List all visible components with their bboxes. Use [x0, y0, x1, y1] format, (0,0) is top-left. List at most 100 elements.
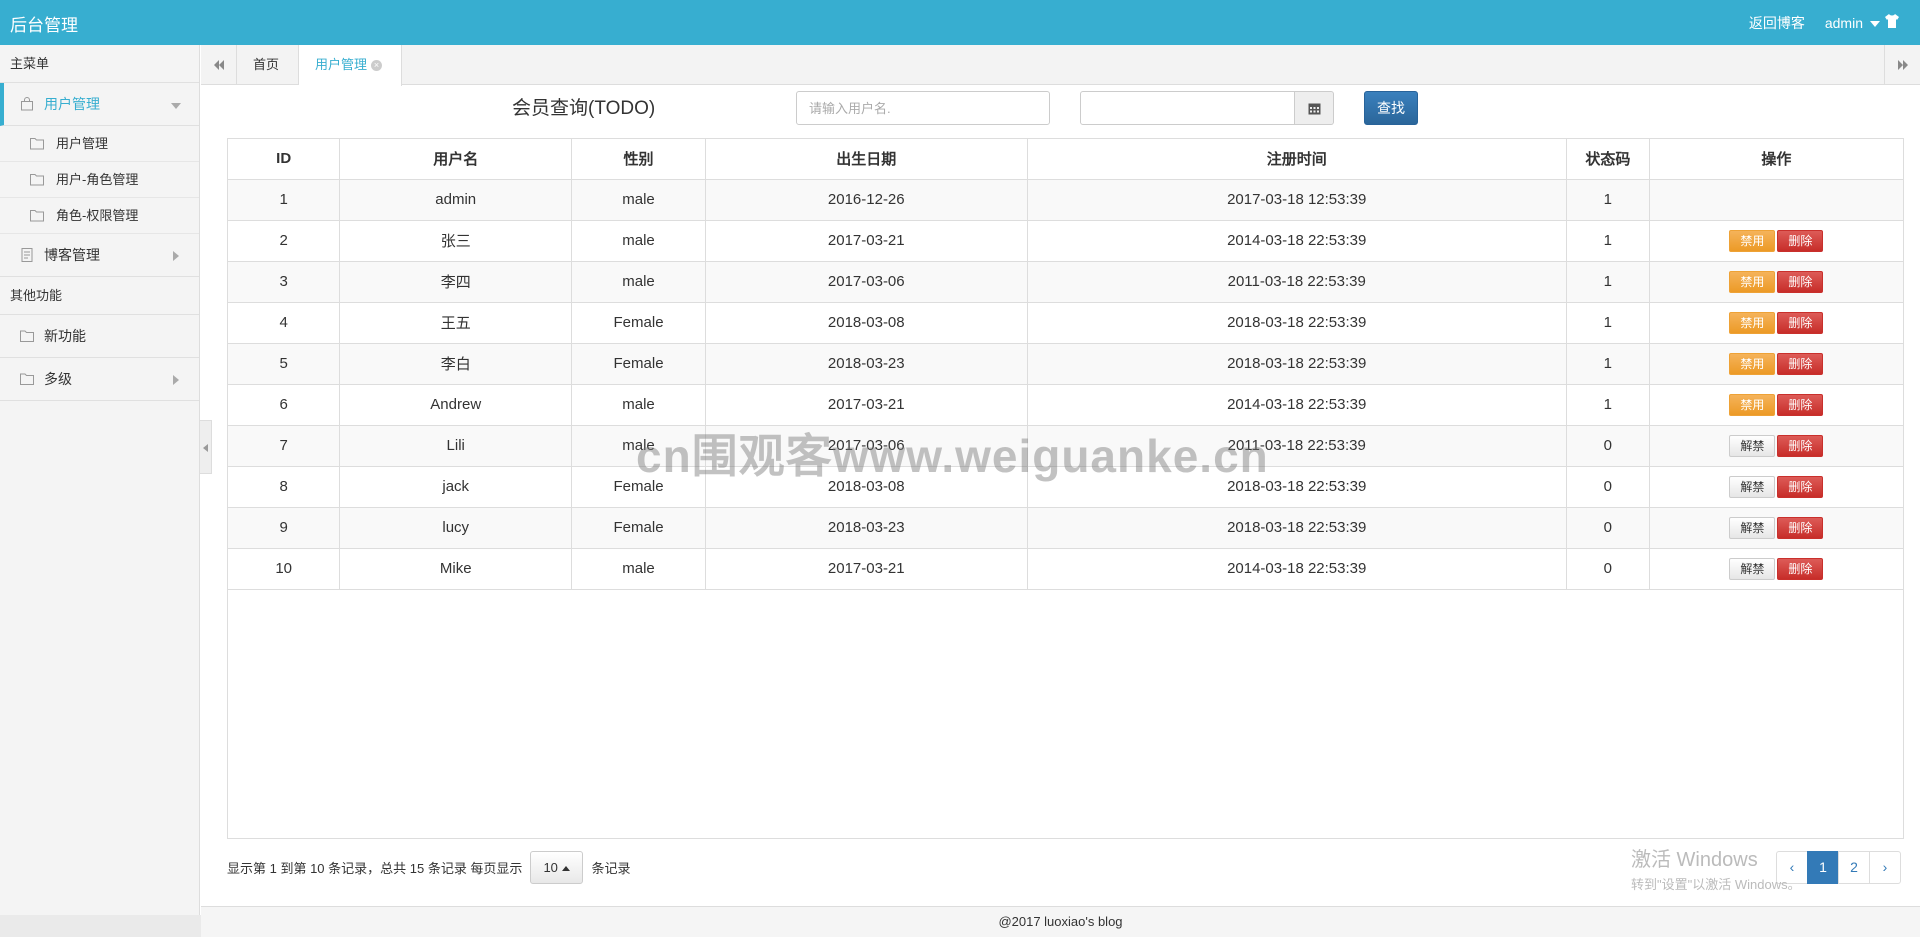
column-header-status[interactable]: 状态码 [1566, 139, 1650, 180]
sidebar-item-user-management[interactable]: 用户管理 [0, 83, 199, 126]
pagination: ‹ 1 2 › [1776, 851, 1901, 884]
cell-username: 李四 [339, 261, 573, 303]
cell-registered: 2018-03-18 22:53:39 [1027, 466, 1567, 508]
disable-button[interactable]: 禁用 [1729, 311, 1776, 334]
close-icon[interactable]: × [371, 60, 383, 72]
user-menu[interactable]: admin [1825, 15, 1880, 31]
folder-icon [20, 373, 34, 385]
cell-actions: 禁用 删除 [1649, 261, 1903, 303]
chevron-right-icon [173, 375, 179, 385]
disable-button[interactable]: 禁用 [1729, 229, 1776, 252]
cell-gender: male [571, 261, 706, 303]
caret-up-icon [561, 866, 570, 872]
cell-id: 3 [228, 261, 341, 303]
cell-actions: 解禁 删除 [1649, 466, 1903, 508]
next-page-button[interactable]: › [1869, 851, 1901, 884]
user-table-container: ID 用户名 性别 出生日期 注册时间 状态码 操作 1 admin male 201… [227, 138, 1904, 839]
disable-button[interactable]: 禁用 [1729, 393, 1776, 416]
username-search-input[interactable] [796, 91, 1050, 125]
page-size-dropdown[interactable]: 10 [530, 851, 584, 884]
double-chevron-left-icon [214, 60, 224, 70]
cell-status: 0 [1566, 548, 1650, 590]
delete-button[interactable]: 删除 [1777, 557, 1824, 580]
cell-status: 0 [1566, 507, 1650, 549]
enable-button[interactable]: 解禁 [1729, 434, 1776, 457]
column-header-username[interactable]: 用户名 [339, 139, 573, 180]
sidebar-subitem-label: 用户-角色管理 [56, 172, 139, 187]
cell-registered: 2018-03-18 22:53:39 [1027, 302, 1567, 344]
enable-button[interactable]: 解禁 [1729, 516, 1776, 539]
prev-page-button[interactable]: ‹ [1776, 851, 1808, 884]
delete-button[interactable]: 删除 [1777, 229, 1824, 252]
pagination-summary: 显示第 1 到第 10 条记录，总共 15 条记录 每页显示 [227, 861, 523, 876]
sidebar-subitem-label: 角色-权限管理 [56, 208, 139, 223]
cell-gender: male [571, 425, 706, 467]
tab-scroll-right-button[interactable] [1884, 45, 1920, 85]
tab-user-management[interactable]: 用户管理 × [299, 45, 402, 86]
cell-actions [1649, 179, 1903, 221]
cell-gender: male [571, 220, 706, 262]
enable-button[interactable]: 解禁 [1729, 557, 1776, 580]
cell-id: 8 [228, 466, 341, 508]
column-header-id[interactable]: ID [228, 139, 341, 180]
tab-scroll-left-button[interactable] [201, 45, 237, 85]
sidebar: 主菜单 用户管理 用户管理 用户-角色管理 角色-权限管理 博客管理 其他功能 … [0, 45, 236, 937]
sidebar-subitem-users[interactable]: 用户管理 [0, 126, 199, 162]
delete-button[interactable]: 删除 [1777, 393, 1824, 416]
sidebar-subitem-user-role[interactable]: 用户-角色管理 [0, 162, 199, 198]
cell-username: 张三 [339, 220, 573, 262]
cell-username: Andrew [339, 384, 573, 426]
date-input[interactable] [1080, 91, 1295, 125]
cell-username: Lili [339, 425, 573, 467]
cell-status: 1 [1566, 343, 1650, 385]
page-button-1[interactable]: 1 [1807, 851, 1839, 884]
cell-id: 7 [228, 425, 341, 467]
delete-button[interactable]: 删除 [1777, 516, 1824, 539]
cell-username: 李白 [339, 343, 573, 385]
sidebar-item-blog-management[interactable]: 博客管理 [0, 234, 199, 277]
find-button[interactable]: 查找 [1364, 91, 1418, 125]
table-row: 10 Mike male 2017-03-21 2014-03-18 22:53:39 0… [228, 548, 1903, 590]
table-row: 5 李白 Female 2018-03-23 2018-03-18 22:53:39 1 禁… [228, 343, 1903, 385]
calendar-button[interactable] [1295, 91, 1334, 125]
column-header-birthdate[interactable]: 出生日期 [705, 139, 1028, 180]
tshirt-icon[interactable] [1884, 13, 1900, 29]
delete-button[interactable]: 删除 [1777, 475, 1824, 498]
pagination-suffix: 条记录 [591, 861, 631, 876]
top-header: 后台管理 返回博客 admin [0, 0, 1920, 45]
cell-id: 2 [228, 220, 341, 262]
sidebar-item-multilevel[interactable]: 多级 [0, 358, 199, 401]
back-to-blog-link[interactable]: 返回博客 [1749, 13, 1805, 33]
sidebar-subitem-role-permission[interactable]: 角色-权限管理 [0, 198, 199, 234]
delete-button[interactable]: 删除 [1777, 311, 1824, 334]
page-title: 会员查询(TODO) [512, 98, 656, 119]
tab-bar: 首页 用户管理 × [201, 45, 1920, 86]
enable-button[interactable]: 解禁 [1729, 475, 1776, 498]
cell-gender: Female [571, 466, 706, 508]
cell-status: 1 [1566, 220, 1650, 262]
cell-birthdate: 2018-03-08 [705, 466, 1028, 508]
cell-status: 1 [1566, 302, 1650, 344]
delete-button[interactable]: 删除 [1777, 352, 1824, 375]
cell-gender: male [571, 179, 706, 221]
cell-username: Mike [339, 548, 573, 590]
table-row: 1 admin male 2016-12-26 2017-03-18 12:53:39 1 [228, 179, 1903, 221]
delete-button[interactable]: 删除 [1777, 434, 1824, 457]
disable-button[interactable]: 禁用 [1729, 352, 1776, 375]
cell-actions: 解禁 删除 [1649, 425, 1903, 467]
folder-icon [30, 174, 44, 186]
delete-button[interactable]: 删除 [1777, 270, 1824, 293]
cell-actions: 禁用 删除 [1649, 384, 1903, 426]
cell-birthdate: 2018-03-23 [705, 343, 1028, 385]
disable-button[interactable]: 禁用 [1729, 270, 1776, 293]
sidebar-item-label: 新功能 [44, 328, 86, 344]
sidebar-section-main: 主菜单 [0, 45, 199, 83]
page-size-value: 10 [543, 860, 558, 875]
column-header-gender[interactable]: 性别 [571, 139, 706, 180]
tab-home[interactable]: 首页 [237, 45, 299, 85]
column-header-registered[interactable]: 注册时间 [1027, 139, 1567, 180]
cell-username: lucy [339, 507, 573, 549]
sidebar-item-new-feature[interactable]: 新功能 [0, 315, 199, 358]
page-button-2[interactable]: 2 [1838, 851, 1870, 884]
table-row: 7 Lili male 2017-03-06 2011-03-18 22:53:39 0 解… [228, 425, 1903, 467]
